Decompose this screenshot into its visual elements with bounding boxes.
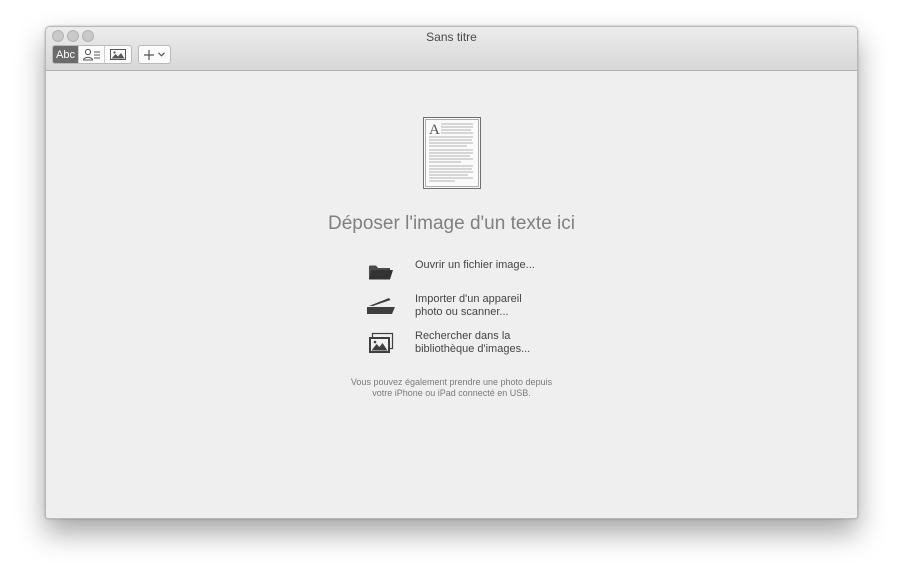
window-title: Sans titre: [426, 30, 477, 44]
browse-photo-library-label: Rechercher dans la bibliothèque d'images…: [415, 330, 531, 355]
text-document-icon: A: [423, 117, 481, 189]
browse-photo-library-action[interactable]: Rechercher dans la bibliothèque d'images…: [361, 330, 530, 356]
import-from-device-action[interactable]: Importer d'un appareil photo ou scanner.…: [361, 293, 522, 319]
text-mode-button[interactable]: Abc: [53, 46, 79, 63]
import-from-device-label: Importer d'un appareil photo ou scanner.…: [415, 293, 522, 318]
folder-icon: [369, 265, 393, 280]
contact-card-icon: [82, 48, 100, 61]
plus-icon: [144, 49, 154, 60]
image-mode-button[interactable]: [105, 46, 131, 63]
chevron-down-icon: [158, 52, 165, 57]
open-image-file-action[interactable]: Ouvrir un fichier image...: [361, 259, 535, 285]
mode-segmented-control: Abc: [52, 45, 132, 64]
contact-mode-button[interactable]: [79, 46, 105, 63]
open-image-file-label: Ouvrir un fichier image...: [415, 259, 535, 271]
image-icon: [110, 49, 126, 60]
drop-zone-title: Déposer l'image d'un texte ici: [328, 213, 575, 234]
photo-library-icon: [369, 332, 394, 353]
title-bar: Sans titre Abc: [46, 27, 857, 71]
scanner-icon: [367, 298, 395, 314]
usb-import-hint: Vous pouvez également prendre une photo …: [350, 377, 553, 398]
app-window: Sans titre Abc A Déposer l'image d'un te…: [45, 26, 858, 519]
svg-text:A: A: [429, 122, 440, 138]
text-mode-label: Abc: [56, 48, 75, 61]
add-button[interactable]: [138, 45, 171, 64]
